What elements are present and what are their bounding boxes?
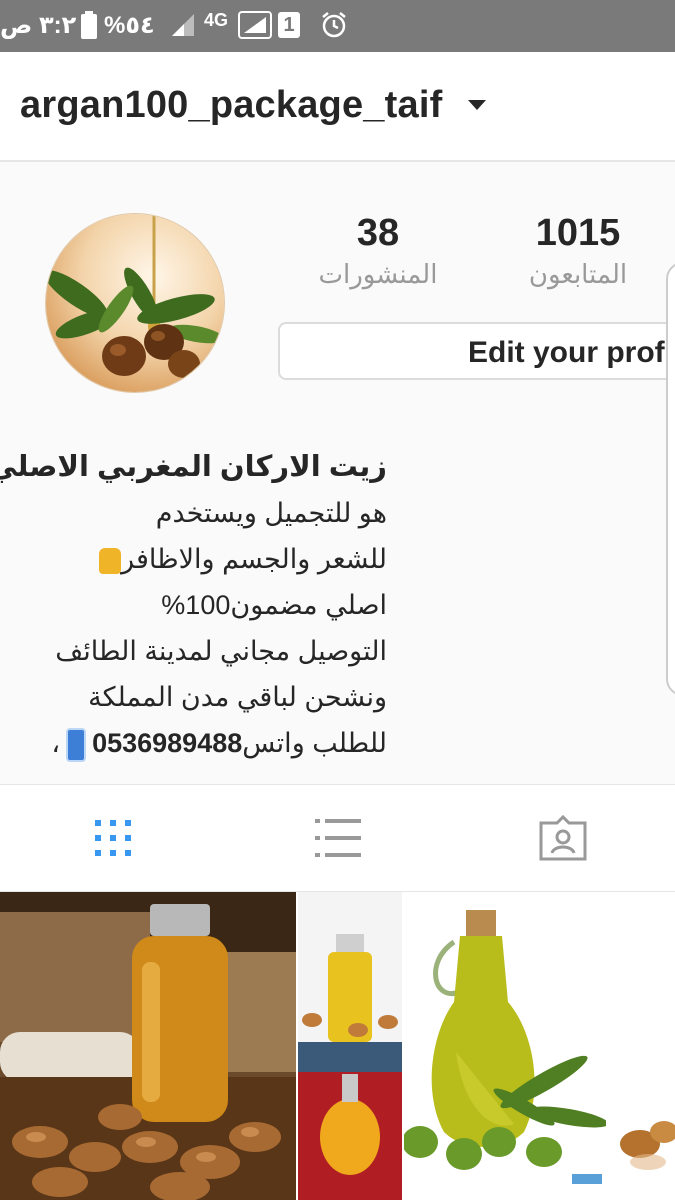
sim-number: 1 — [278, 12, 300, 38]
posts-count: 38 — [356, 212, 400, 254]
mobile-phone-icon — [66, 727, 87, 762]
clock: ٣:٢٠ ص — [0, 11, 91, 39]
network-label: 4G — [204, 10, 229, 30]
bio-line-text: للشعر والجسم والاظافر — [121, 544, 387, 574]
grid-icon — [94, 820, 131, 856]
alarm-icon — [320, 10, 348, 40]
followers-count: 1015 — [535, 212, 621, 254]
bio-line: للطلب واتس0536989488 ، — [7, 720, 387, 766]
signal-strength-icon — [238, 10, 272, 40]
profile-tab-bar — [0, 784, 675, 892]
battery-percent: %٥٤ — [104, 11, 155, 39]
photo-grid — [0, 892, 675, 1200]
sim-indicator: 1 — [278, 10, 300, 40]
bio: زيت الاركان المغربي الاصلي هو للتجميل وي… — [0, 444, 387, 766]
followers-stat[interactable]: 1015 المتابعون — [512, 212, 644, 290]
post-thumbnail[interactable] — [0, 892, 296, 1200]
edit-profile-label: Edit your profile — [468, 336, 675, 369]
tab-tagged[interactable] — [450, 785, 675, 891]
side-panel-handle[interactable] — [666, 262, 675, 696]
bio-title: زيت الاركان المغربي الاصلي — [0, 451, 387, 483]
tab-list[interactable] — [225, 785, 450, 891]
post-thumbnail[interactable] — [608, 892, 675, 1200]
edit-profile-button[interactable]: Edit your profile — [278, 322, 675, 380]
signal-icon — [170, 10, 196, 40]
tab-grid[interactable] — [0, 785, 225, 891]
bio-tail: ، — [51, 728, 61, 758]
bio-line: ونشحن لباقي مدن المملكة — [88, 682, 387, 712]
bio-line: اصلي مضمون100% — [161, 590, 387, 620]
posts-stat[interactable]: 38 المنشورات — [316, 212, 440, 290]
phone-number[interactable]: 0536989488 — [92, 728, 242, 758]
bio-line: للشعر والجسم والاظافر — [7, 536, 387, 582]
post-thumbnail[interactable] — [404, 892, 606, 1200]
list-icon — [314, 819, 361, 857]
profile-section: 38 المنشورات 1015 المتابعون Edit your pr… — [0, 162, 675, 784]
bio-line: التوصيل مجاني لمدينة الطائف — [55, 636, 387, 666]
battery-icon — [80, 10, 98, 40]
thumbs-up-icon — [99, 547, 122, 574]
followers-label: المتابعون — [528, 259, 628, 289]
tagged-person-icon — [539, 815, 586, 861]
post-thumbnail[interactable] — [298, 892, 402, 1200]
posts-label: المنشورات — [318, 259, 438, 289]
bio-contact-text: للطلب واتس — [242, 728, 387, 758]
status-bar: ٣:٢٠ ص %٥٤ 4G 1 — [0, 0, 675, 52]
chevron-down-icon[interactable] — [468, 100, 486, 110]
network-type: 4G — [204, 10, 229, 42]
bio-line: هو للتجميل ويستخدم — [155, 498, 387, 528]
avatar[interactable] — [46, 214, 224, 392]
profile-header: argan100_package_taif — [0, 52, 675, 162]
username-switcher[interactable]: argan100_package_taif — [20, 84, 442, 127]
